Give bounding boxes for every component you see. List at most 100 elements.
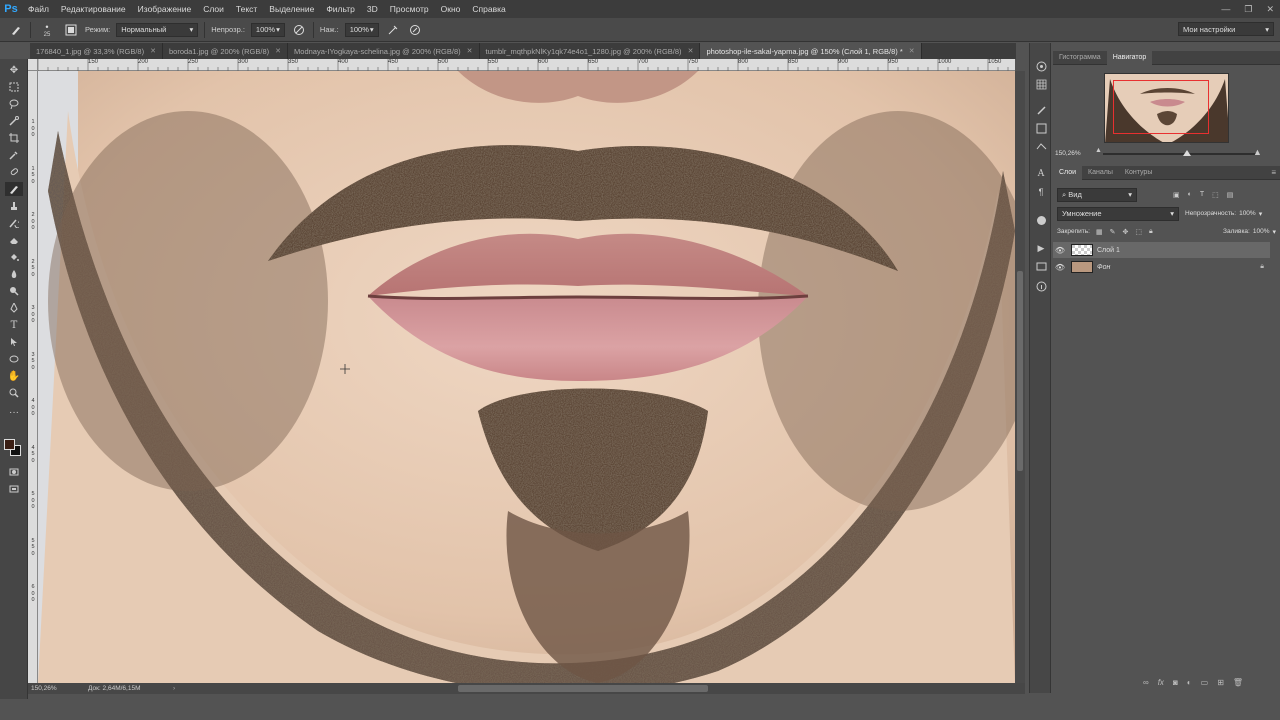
tab-paths[interactable]: Контуры <box>1119 166 1158 180</box>
navigator-zoom-value[interactable]: 150,26% <box>1055 150 1081 157</box>
zoom-out-icon[interactable]: ▲ <box>1095 147 1102 154</box>
menu-file[interactable]: Файл <box>22 0 55 18</box>
history-brush-tool-icon[interactable] <box>5 216 23 230</box>
filter-smart-object-icon[interactable]: ▤ <box>1227 191 1234 199</box>
fill-value[interactable]: 100% <box>1253 228 1270 235</box>
brush-size-picker[interactable]: • 25 <box>37 22 57 38</box>
lock-image-icon[interactable]: ✎ <box>1110 228 1116 236</box>
new-layer-icon[interactable]: ⊞ <box>1217 678 1224 687</box>
layer-name[interactable]: Фон <box>1097 264 1110 271</box>
lock-artboard-icon[interactable]: ⬚ <box>1135 228 1142 236</box>
panel-menu-icon[interactable]: ≡ <box>1271 168 1276 177</box>
info-panel-icon[interactable] <box>1034 279 1048 293</box>
tab-document-4[interactable]: tumblr_mqthpkNlKy1qk74e4o1_1280.jpg @ 20… <box>480 43 701 59</box>
lock-all-icon[interactable]: 🔒︎ <box>1149 228 1153 236</box>
menu-filter[interactable]: Фильтр <box>320 0 361 18</box>
close-icon[interactable]: ✕ <box>467 47 473 55</box>
menu-help[interactable]: Справка <box>466 0 511 18</box>
adjustments-panel-icon[interactable] <box>1034 103 1048 117</box>
menu-layers[interactable]: Слои <box>197 0 230 18</box>
layer-style-icon[interactable]: fx <box>1158 678 1164 687</box>
tab-channels[interactable]: Каналы <box>1082 166 1119 180</box>
navigator-view-box[interactable] <box>1113 80 1209 134</box>
paragraph-panel-icon[interactable]: ¶ <box>1034 185 1048 199</box>
ellipse-tool-icon[interactable] <box>5 352 23 366</box>
workspace-select[interactable]: Мои настройки ▾ <box>1178 22 1274 36</box>
lasso-tool-icon[interactable] <box>5 97 23 111</box>
swatches-panel-icon[interactable] <box>1034 77 1048 91</box>
menu-view[interactable]: Просмотр <box>384 0 435 18</box>
horizontal-scroll-thumb[interactable] <box>458 685 708 692</box>
type-tool-icon[interactable]: T <box>5 318 23 332</box>
navigator-thumbnail[interactable] <box>1104 73 1229 143</box>
lock-transparent-icon[interactable]: ▦ <box>1096 228 1103 236</box>
pressure-size-icon[interactable] <box>407 22 423 38</box>
history-panel-icon[interactable] <box>1034 139 1048 153</box>
lock-position-icon[interactable]: ✥ <box>1122 228 1128 236</box>
filter-shape-icon[interactable]: ⬚ <box>1212 191 1219 199</box>
quick-select-tool-icon[interactable] <box>5 114 23 128</box>
add-mask-icon[interactable]: ◙ <box>1173 678 1178 687</box>
foreground-color-swatch[interactable] <box>4 439 15 450</box>
restore-button[interactable]: ❐ <box>1244 4 1252 15</box>
eye-icon[interactable]: 👁︎ <box>1053 246 1067 255</box>
layer-row-background[interactable]: 👁︎ Фон 🔒︎ <box>1053 259 1270 275</box>
eyedropper-tool-icon[interactable] <box>5 148 23 162</box>
quick-mask-icon[interactable] <box>5 465 23 479</box>
pen-tool-icon[interactable] <box>5 301 23 315</box>
blur-tool-icon[interactable] <box>5 267 23 281</box>
paint-bucket-tool-icon[interactable] <box>5 250 23 264</box>
vertical-scrollbar[interactable] <box>1015 71 1025 683</box>
menu-type[interactable]: Текст <box>230 0 263 18</box>
close-icon[interactable]: ✕ <box>275 47 281 55</box>
chevron-down-icon[interactable]: ▾ <box>1272 228 1276 236</box>
tab-document-1[interactable]: 176840_1.jpg @ 33,3% (RGB/8) ✕ <box>30 43 163 59</box>
navigator-zoom-handle[interactable] <box>1183 150 1191 156</box>
path-selection-tool-icon[interactable] <box>5 335 23 349</box>
close-icon[interactable]: ✕ <box>150 47 156 55</box>
eye-icon[interactable]: 👁︎ <box>1053 263 1067 272</box>
close-button[interactable]: ✕ <box>1266 4 1274 15</box>
layer-opacity-value[interactable]: 100% <box>1239 210 1256 217</box>
hand-tool-icon[interactable]: ✋ <box>5 369 23 383</box>
navigator-zoom-slider[interactable] <box>1103 153 1258 155</box>
filter-type-icon[interactable]: T <box>1200 191 1204 199</box>
actions-panel-icon[interactable]: ▶ <box>1034 241 1048 255</box>
move-tool-icon[interactable]: ✥ <box>5 63 23 77</box>
filter-pixel-icon[interactable]: ▣ <box>1173 191 1180 199</box>
tab-layers[interactable]: Слои <box>1053 165 1083 180</box>
healing-brush-tool-icon[interactable] <box>5 165 23 179</box>
menu-image[interactable]: Изображение <box>132 0 198 18</box>
layer-name[interactable]: Слой 1 <box>1097 247 1120 254</box>
close-icon[interactable]: ✕ <box>909 47 915 55</box>
link-layers-icon[interactable]: ∞ <box>1143 678 1149 687</box>
layer-comps-panel-icon[interactable] <box>1034 259 1048 273</box>
chevron-down-icon[interactable]: ▾ <box>1259 210 1263 218</box>
status-zoom[interactable]: 150,26% <box>28 685 88 692</box>
menu-window[interactable]: Окно <box>435 0 467 18</box>
more-tools-icon[interactable]: ··· <box>5 405 23 419</box>
menu-edit[interactable]: Редактирование <box>55 0 132 18</box>
zoom-in-icon[interactable]: ▲ <box>1253 147 1262 157</box>
layer-filter-select[interactable]: ⌕ Вид ▾ <box>1057 187 1137 202</box>
new-group-icon[interactable]: ▭ <box>1201 678 1209 687</box>
dodge-tool-icon[interactable] <box>5 284 23 298</box>
brush-tool-preset-icon[interactable] <box>8 22 24 38</box>
adjustment-layer-icon[interactable]: ◐ <box>1187 678 1192 687</box>
minimize-button[interactable]: — <box>1221 4 1230 14</box>
blend-mode-select[interactable]: Нормальный ▾ <box>116 22 199 37</box>
airbrush-icon[interactable] <box>385 22 401 38</box>
delete-layer-icon[interactable]: 🗑︎ <box>1233 678 1243 687</box>
brush-tool-icon[interactable] <box>5 182 23 196</box>
status-arrow-icon[interactable]: › <box>173 685 175 692</box>
marquee-tool-icon[interactable] <box>5 80 23 94</box>
tab-document-active[interactable]: photoshop-ile-sakal-yapma.jpg @ 150% (Сл… <box>700 43 922 59</box>
menu-select[interactable]: Выделение <box>263 0 320 18</box>
brush-panel-icon[interactable] <box>63 22 79 38</box>
crop-tool-icon[interactable] <box>5 131 23 145</box>
opacity-input[interactable]: 100% ▾ <box>250 22 285 37</box>
eraser-tool-icon[interactable] <box>5 233 23 247</box>
styles-panel-icon[interactable] <box>1034 121 1048 135</box>
zoom-tool-icon[interactable] <box>5 386 23 400</box>
pressure-opacity-icon[interactable] <box>291 22 307 38</box>
